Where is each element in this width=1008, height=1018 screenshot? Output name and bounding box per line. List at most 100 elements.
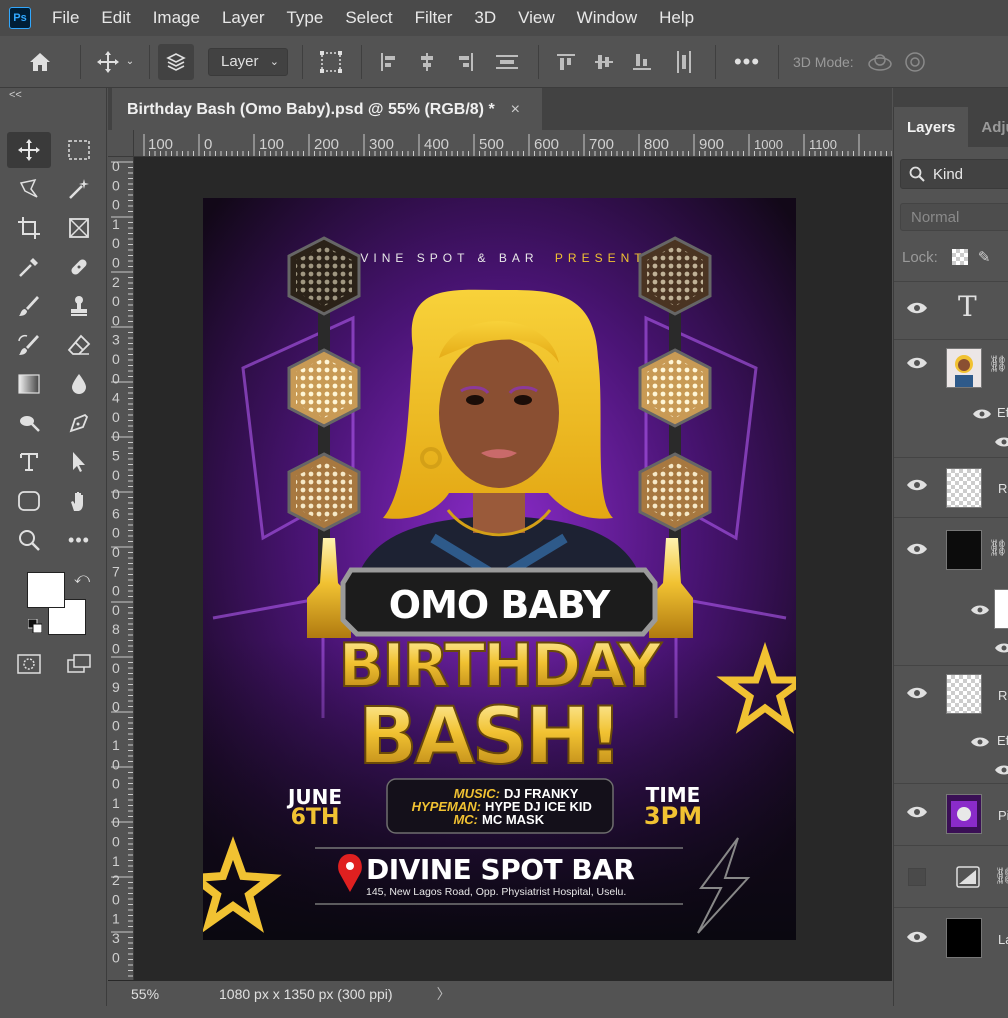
dodge-tool[interactable] xyxy=(7,405,51,441)
menu-layer[interactable]: Layer xyxy=(222,8,265,28)
document-tab[interactable]: Birthday Bash (Omo Baby).psd @ 55% (RGB/… xyxy=(112,88,542,130)
align-middle-icon[interactable] xyxy=(585,42,623,82)
menu-image[interactable]: Image xyxy=(153,8,200,28)
link-icon[interactable]: ⛓ xyxy=(994,866,1008,886)
tab-layers[interactable]: Layers xyxy=(894,107,969,147)
link-icon[interactable]: ⛓ xyxy=(988,538,1008,558)
layer-row[interactable]: ⛓ xyxy=(894,517,1008,585)
hand-tool[interactable] xyxy=(57,483,101,519)
brush-tool[interactable] xyxy=(7,288,51,324)
close-tab-icon[interactable]: × xyxy=(511,101,520,119)
3d-orbit-icon[interactable] xyxy=(860,42,900,82)
move-tool-icon[interactable]: ⌄ xyxy=(89,36,141,88)
more-tools-icon[interactable]: ••• xyxy=(57,522,101,558)
healing-brush-tool[interactable] xyxy=(57,249,101,285)
visibility-eye-icon[interactable] xyxy=(994,641,1008,659)
align-right-icon[interactable] xyxy=(446,42,484,82)
default-colors-icon[interactable] xyxy=(27,618,43,634)
clone-stamp-tool[interactable] xyxy=(57,288,101,324)
layer-row[interactable]: ⛓ xyxy=(894,339,1008,391)
visibility-eye-icon[interactable] xyxy=(994,435,1008,453)
layer-row[interactable]: Pi xyxy=(894,783,1008,845)
layer-row[interactable]: Re xyxy=(894,665,1008,725)
pen-tool[interactable] xyxy=(57,405,101,441)
lock-paint-icon[interactable]: ✎ xyxy=(978,248,991,266)
lock-transparency-icon[interactable] xyxy=(951,249,968,265)
layer-sub-row[interactable] xyxy=(894,585,1008,665)
visibility-eye-icon[interactable] xyxy=(970,735,990,753)
zoom-level[interactable]: 55% xyxy=(131,986,217,1002)
more-options-icon[interactable]: ••• xyxy=(724,42,770,82)
layer-effects-row[interactable]: Ef xyxy=(894,391,1008,457)
visibility-eye-icon[interactable] xyxy=(972,407,992,425)
blend-mode-select[interactable]: Normal xyxy=(900,203,1008,231)
marquee-tool[interactable] xyxy=(57,132,101,168)
visibility-toggle-off[interactable] xyxy=(908,868,926,886)
flyer-title-line2: BASH! xyxy=(358,692,620,782)
layer-row[interactable]: La xyxy=(894,907,1008,971)
menu-filter[interactable]: Filter xyxy=(415,8,453,28)
visibility-eye-icon[interactable] xyxy=(906,805,928,824)
ruler-label: 0 xyxy=(112,544,120,560)
auto-select-target[interactable]: Layer ⌄ xyxy=(208,47,288,76)
foreground-color-swatch[interactable] xyxy=(27,572,65,608)
menu-help[interactable]: Help xyxy=(659,8,694,28)
eraser-tool[interactable] xyxy=(57,327,101,363)
visibility-eye-icon[interactable] xyxy=(906,686,928,705)
lasso-tool[interactable] xyxy=(7,171,51,207)
type-tool[interactable] xyxy=(7,444,51,480)
horizontal-ruler-ticks: 100 0 100 200 300 400 500 600 700 800 90… xyxy=(143,134,892,156)
menu-edit[interactable]: Edit xyxy=(101,8,130,28)
history-brush-tool[interactable] xyxy=(7,327,51,363)
move-tool[interactable] xyxy=(7,132,51,168)
ruler-label: 1 xyxy=(112,795,120,811)
visibility-eye-icon[interactable] xyxy=(906,542,928,561)
document-info[interactable]: 1080 px x 1350 px (300 ppi) xyxy=(219,986,393,1002)
screen-mode-icon[interactable] xyxy=(57,646,101,682)
align-bottom-icon[interactable] xyxy=(623,42,661,82)
status-menu-arrow[interactable]: 〉 xyxy=(437,984,451,1004)
menu-view[interactable]: View xyxy=(518,8,555,28)
visibility-eye-icon[interactable] xyxy=(970,603,990,621)
visibility-eye-icon[interactable] xyxy=(994,763,1008,781)
align-left-icon[interactable] xyxy=(370,42,408,82)
blur-tool[interactable] xyxy=(57,366,101,402)
eyedropper-tool[interactable] xyxy=(7,249,51,285)
layer-filter-kind[interactable]: Kind xyxy=(900,159,1008,189)
layer-row[interactable]: T xyxy=(894,281,1008,339)
visibility-eye-icon[interactable] xyxy=(906,930,928,949)
menu-select[interactable]: Select xyxy=(345,8,392,28)
3d-rotate-icon[interactable] xyxy=(900,42,930,82)
visibility-eye-icon[interactable] xyxy=(906,356,928,375)
transform-controls-icon[interactable] xyxy=(311,42,351,82)
home-icon[interactable] xyxy=(0,36,80,88)
magic-wand-tool[interactable] xyxy=(57,171,101,207)
distribute-vertical-icon[interactable] xyxy=(661,42,707,82)
layer-row[interactable]: Re xyxy=(894,457,1008,517)
menu-type[interactable]: Type xyxy=(286,8,323,28)
layer-row[interactable]: ⛓ xyxy=(894,845,1008,907)
path-selection-tool[interactable] xyxy=(57,444,101,480)
visibility-eye-icon[interactable] xyxy=(906,478,928,497)
zoom-tool[interactable] xyxy=(7,522,51,558)
swap-colors-icon[interactable]: ⤺ xyxy=(74,570,90,587)
visibility-eye-icon[interactable] xyxy=(906,301,928,320)
menu-file[interactable]: File xyxy=(52,8,79,28)
align-top-icon[interactable] xyxy=(547,42,585,82)
flyer-artboard[interactable]: DIVINE SPOT & BAR PRESENTS OMO BABY BIRT… xyxy=(203,198,796,940)
collapse-toolbox-button[interactable]: << xyxy=(9,89,22,101)
rectangle-tool[interactable] xyxy=(7,483,51,519)
layers-panel: Layers Adju Kind Normal Lock: ✎ T ⛓ Ef R… xyxy=(893,107,1008,1006)
auto-select-icon[interactable] xyxy=(158,43,194,80)
tab-adjustments[interactable]: Adju xyxy=(968,107,1008,147)
gradient-tool[interactable] xyxy=(7,366,51,402)
crop-tool[interactable] xyxy=(7,210,51,246)
link-icon[interactable]: ⛓ xyxy=(988,354,1008,374)
layer-effects-row[interactable]: Ef xyxy=(894,725,1008,783)
quick-mask-icon[interactable] xyxy=(7,646,51,682)
menu-window[interactable]: Window xyxy=(577,8,637,28)
frame-tool[interactable] xyxy=(57,210,101,246)
align-center-icon[interactable] xyxy=(408,42,446,82)
menu-3d[interactable]: 3D xyxy=(474,8,496,28)
distribute-horizontal-icon[interactable] xyxy=(484,42,530,82)
